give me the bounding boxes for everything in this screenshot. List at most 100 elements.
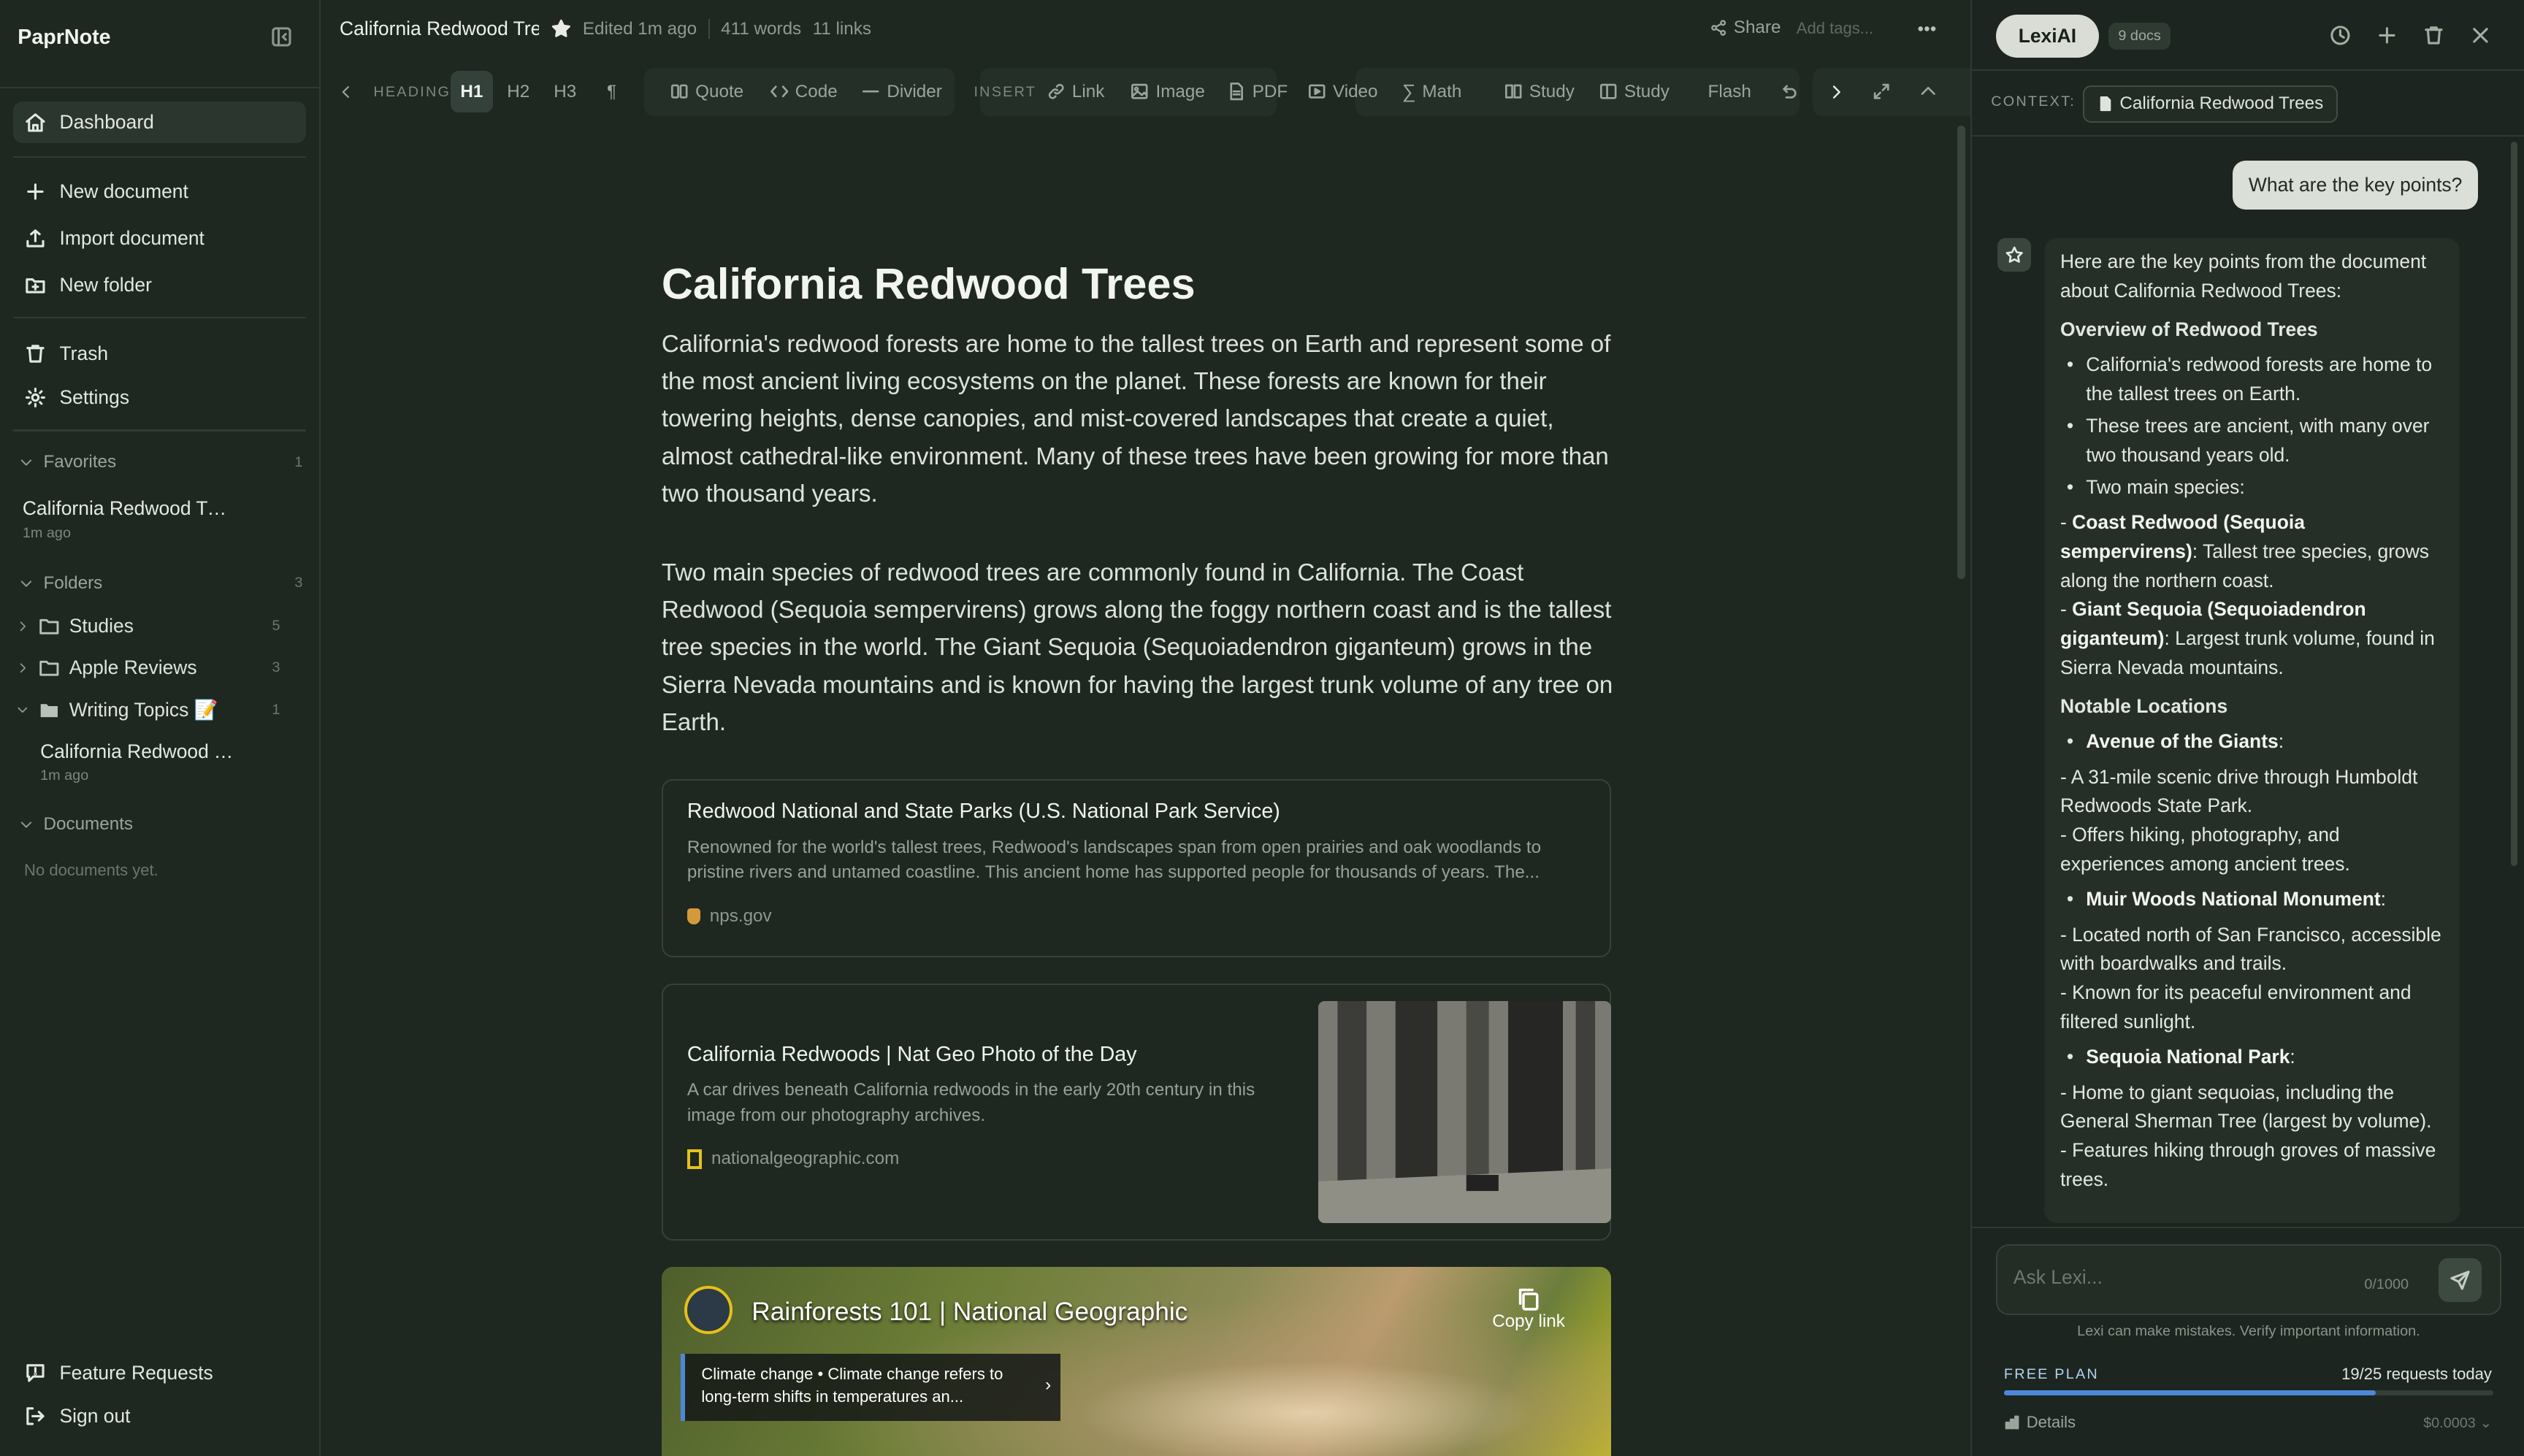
link-button[interactable]: Link xyxy=(1047,66,1104,118)
folder-count: 3 xyxy=(272,659,280,676)
formatting-toolbar: HEADING H1 H2 H3 ¶ Quote Code Divider IN… xyxy=(322,66,2009,118)
send-button[interactable] xyxy=(2438,1258,2482,1302)
section-label: Favorites xyxy=(43,452,117,472)
link-preview-card[interactable]: Redwood National and State Parks (U.S. N… xyxy=(661,778,1612,958)
editor-scrollbar[interactable] xyxy=(1957,125,1966,580)
add-tags-input[interactable]: Add tags... xyxy=(1797,19,1873,38)
code-button[interactable]: Code xyxy=(770,66,838,118)
nav-trash[interactable]: Trash xyxy=(13,333,306,375)
nav-settings[interactable]: Settings xyxy=(13,377,306,418)
folder-open-icon xyxy=(39,700,60,721)
expand-button[interactable] xyxy=(1872,66,1891,118)
documents-header[interactable]: Documents xyxy=(19,814,302,835)
paragraph[interactable]: Two main species of redwood trees are co… xyxy=(662,554,1615,741)
study-button[interactable]: Study xyxy=(1504,66,1575,118)
history-icon[interactable] xyxy=(2329,24,2352,47)
context-document-chip[interactable]: California Redwood Trees xyxy=(2082,85,2338,123)
details-toggle[interactable]: Details xyxy=(2004,1413,2076,1432)
star-icon[interactable] xyxy=(551,18,572,39)
scroll-left-icon[interactable] xyxy=(338,66,354,118)
trash-icon xyxy=(24,342,47,365)
h2-button[interactable]: H2 xyxy=(507,66,529,118)
plus-icon[interactable] xyxy=(2376,24,2398,47)
divider xyxy=(12,317,306,319)
favorite-item[interactable]: California Redwood Tre... 1m ago xyxy=(23,497,297,542)
chat-input[interactable] xyxy=(2013,1266,2336,1290)
close-icon[interactable] xyxy=(2469,24,2492,47)
document-heading[interactable]: California Redwood Trees xyxy=(662,258,1615,310)
document-body[interactable]: California Redwood Trees California's re… xyxy=(662,258,1615,783)
study-button-2[interactable]: Study xyxy=(1599,66,1670,118)
location-detail: - Offers hiking, photography, and experi… xyxy=(2060,824,2350,875)
location-detail: - Features hiking through groves of mass… xyxy=(2060,1138,2436,1190)
flash-button[interactable]: Flash xyxy=(1708,66,1751,118)
nav-new-folder[interactable]: New folder xyxy=(13,264,306,305)
nav-dashboard[interactable]: Dashboard xyxy=(12,101,306,144)
location-detail: - Known for its peaceful environment and… xyxy=(2060,981,2412,1032)
nav-new-document[interactable]: New document xyxy=(13,171,306,212)
usage-bar xyxy=(2003,1390,2493,1395)
collapse-toolbar-button[interactable] xyxy=(1919,66,1938,118)
chat-scrollbar[interactable] xyxy=(2511,141,2517,866)
chevron-right-icon xyxy=(16,662,29,675)
undo-button[interactable] xyxy=(1779,66,1798,118)
context-document-name: California Redwood Trees xyxy=(2119,93,2324,114)
redwood-photo xyxy=(1318,1000,1612,1223)
divider xyxy=(0,87,321,89)
section-count: 1 xyxy=(294,453,303,470)
study-label: Study xyxy=(1624,81,1670,101)
app-brand: PaprNote xyxy=(18,26,111,50)
video-button[interactable]: Video xyxy=(1307,66,1378,118)
document-title-field[interactable]: California Redwood Tre xyxy=(340,18,539,40)
divider xyxy=(1971,1226,2524,1228)
send-icon xyxy=(2449,1269,2471,1292)
trash-icon[interactable] xyxy=(2422,24,2445,47)
response-bullet: Two main species: xyxy=(2060,473,2444,502)
collapse-sidebar-icon[interactable] xyxy=(270,26,293,48)
card-site: nps.gov xyxy=(709,905,772,926)
share-button[interactable]: Share xyxy=(1710,18,1781,38)
h1-button[interactable]: H1 xyxy=(451,70,493,113)
paragraph[interactable]: California's redwood forests are home to… xyxy=(662,326,1615,513)
info-chip[interactable]: Climate change • Climate change refers t… xyxy=(681,1353,1061,1422)
nav-import-document[interactable]: Import document xyxy=(13,218,306,259)
nav-label: Trash xyxy=(59,342,109,365)
undo-icon xyxy=(1779,82,1798,101)
response-list: Avenue of the Giants: xyxy=(2060,727,2444,756)
card-title: Redwood National and State Parks (U.S. N… xyxy=(687,800,1280,824)
nav-sign-out[interactable]: Sign out xyxy=(13,1395,306,1437)
folder-apple-reviews[interactable]: Apple Reviews 3 xyxy=(16,656,299,679)
favorites-header[interactable]: Favorites 1 xyxy=(19,452,302,472)
divider-button[interactable]: Divider xyxy=(861,66,942,118)
folder-count: 5 xyxy=(272,617,280,634)
video-embed[interactable]: Rainforests 101 | National Geographic Co… xyxy=(661,1266,1612,1456)
paragraph-button[interactable]: ¶ xyxy=(607,66,616,118)
folder-studies[interactable]: Studies 5 xyxy=(16,615,299,637)
chevron-down-icon: ⌄ xyxy=(2479,1415,2492,1432)
document-title: California Redwood T... xyxy=(40,740,234,762)
folder-writing-topics[interactable]: Writing Topics 📝 1 xyxy=(16,699,299,721)
link-preview-card[interactable]: California Redwoods | Nat Geo Photo of t… xyxy=(661,983,1612,1241)
ai-tab[interactable]: LexiAI xyxy=(1995,14,2099,58)
upload-icon xyxy=(24,227,47,250)
expand-icon xyxy=(1872,82,1891,101)
image-button[interactable]: Image xyxy=(1130,66,1205,118)
scroll-right-icon[interactable] xyxy=(1827,66,1845,118)
folders-header[interactable]: Folders 3 xyxy=(19,573,302,594)
h3-button[interactable]: H3 xyxy=(554,66,576,118)
folder-document-item[interactable]: California Redwood T... 1m ago xyxy=(40,740,314,785)
more-icon[interactable] xyxy=(1916,18,1938,40)
pdf-button[interactable]: PDF xyxy=(1227,66,1288,118)
response-bullet: Avenue of the Giants: xyxy=(2060,727,2444,756)
bar-chart-icon xyxy=(2004,1414,2020,1430)
gear-icon xyxy=(24,386,47,409)
folder-icon xyxy=(39,616,60,637)
copy-link-button[interactable]: Copy link xyxy=(1492,1286,1565,1332)
math-label: Math xyxy=(1422,81,1462,101)
sidebar: PaprNote Dashboard New document Import d… xyxy=(0,0,321,1456)
math-button[interactable]: ∑ Math xyxy=(1402,66,1462,118)
species-line: - Coast Redwood (Sequoia sempervirens): … xyxy=(2060,511,2430,591)
nav-feature-requests[interactable]: Feature Requests xyxy=(13,1352,306,1393)
ai-avatar xyxy=(1997,238,2032,272)
quote-button[interactable]: Quote xyxy=(670,66,743,118)
